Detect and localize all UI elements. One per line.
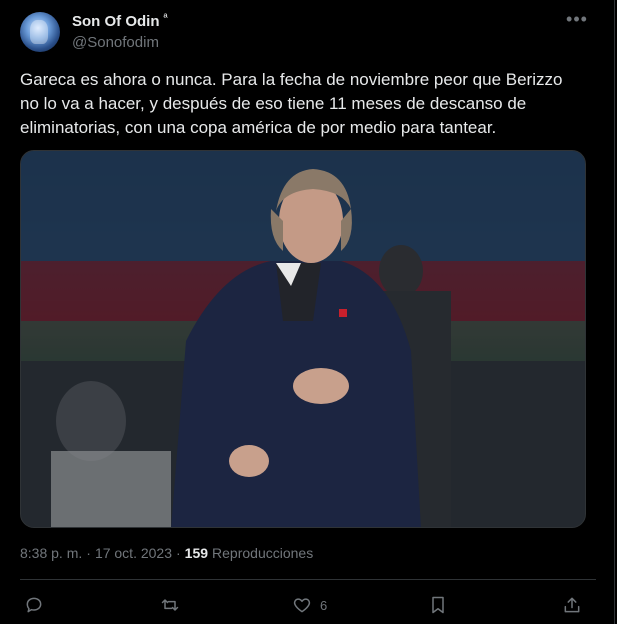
more-icon[interactable]: •••	[566, 10, 588, 32]
divider	[20, 579, 596, 580]
views-label: Reproducciones	[212, 545, 314, 561]
reply-icon	[26, 597, 42, 613]
tweet-meta: 8:38 p. m. · 17 oct. 2023 · 159 Reproduc…	[20, 545, 313, 561]
avatar[interactable]	[20, 12, 60, 52]
author-handle[interactable]: @Sonofodim	[72, 34, 159, 51]
tweet-photo[interactable]	[20, 150, 586, 528]
author-name[interactable]: Son Of Odin	[72, 13, 160, 30]
author-badge: ª	[163, 11, 168, 24]
tweet-time[interactable]: 8:38 p. m.	[20, 545, 82, 561]
bookmark-icon	[432, 596, 444, 614]
like-button[interactable]: 6	[292, 590, 327, 620]
meta-separator: ·	[176, 545, 181, 561]
like-count: 6	[320, 597, 328, 613]
author-row: Son Of Odin ª	[72, 11, 168, 31]
tweet-card: Son Of Odin ª @Sonofodim ••• Gareca es a…	[0, 0, 615, 624]
tweet-text: Gareca es ahora o nunca. Para la fecha d…	[20, 70, 563, 137]
coach-photo-illustration	[21, 151, 585, 527]
retweet-icon	[161, 599, 179, 611]
reply-button[interactable]	[24, 590, 44, 620]
action-bar: 6	[20, 590, 596, 620]
like-icon	[293, 598, 311, 613]
views-count: 159	[184, 545, 209, 561]
share-icon	[564, 597, 580, 613]
meta-separator: ·	[86, 545, 91, 561]
share-button[interactable]	[562, 590, 582, 620]
bookmark-button[interactable]	[428, 590, 448, 620]
retweet-button[interactable]	[160, 590, 180, 620]
tweet-date[interactable]: 17 oct. 2023	[95, 545, 172, 561]
